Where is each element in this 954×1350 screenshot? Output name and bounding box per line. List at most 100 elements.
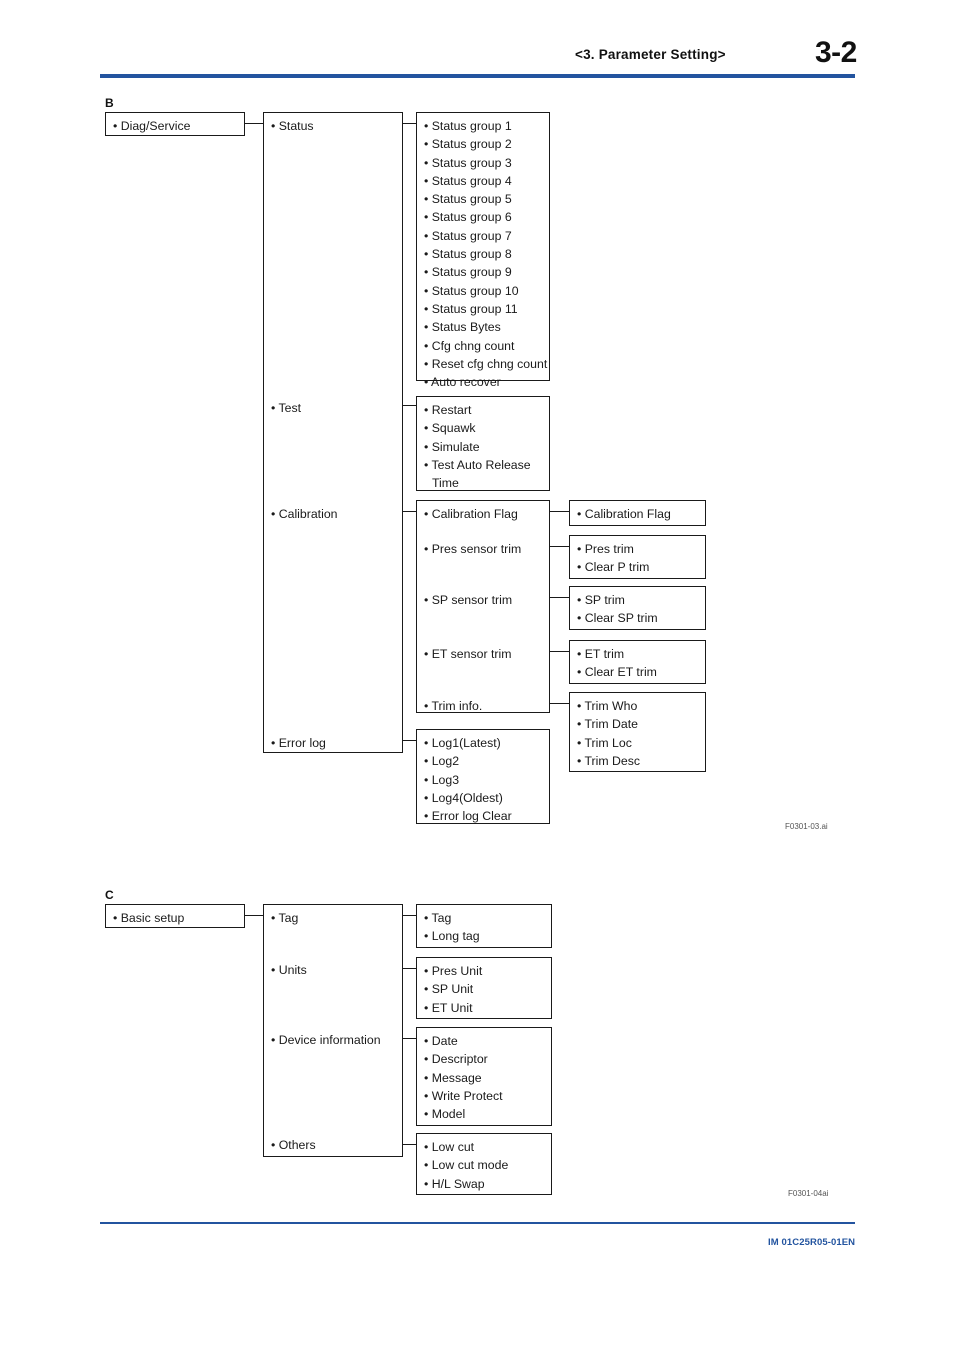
list-item: • Status group 9	[424, 265, 512, 280]
list-item: • Status group 8	[424, 247, 512, 262]
list-item: • Status group 1	[424, 119, 512, 133]
header-rule	[100, 74, 855, 78]
node-basic-setup: • Basic setup	[113, 911, 185, 925]
page-number: 3-2	[815, 36, 857, 69]
list-item: • Status group 7	[424, 228, 512, 243]
figure-b-leaf-sptrim: • SP trim • Clear SP trim	[569, 586, 706, 630]
node-trim-info: • Trim info.	[424, 699, 483, 713]
list-item: • Tag	[424, 911, 452, 925]
list-item: • Cfg chng count	[424, 338, 515, 353]
list-item: • ET trim	[577, 647, 625, 661]
figure-b-root-box: • Diag/Service	[105, 112, 245, 136]
list-item: • Clear ET trim	[577, 665, 657, 680]
list-item: • Trim Loc	[577, 735, 632, 750]
node-error-log: • Error log	[271, 736, 326, 750]
list-item: • Trim Desc	[577, 753, 641, 768]
list-item: • Status group 6	[424, 210, 512, 225]
list-item: • Message	[424, 1070, 482, 1085]
node-et-sensor-trim: • ET sensor trim	[424, 647, 512, 661]
node-units: • Units	[271, 963, 307, 977]
test-item-list: • Restart • Squawk • Simulate • Test Aut…	[424, 401, 546, 492]
figure-b-code: F0301-03.ai	[785, 822, 828, 831]
connector-b-status	[403, 123, 416, 125]
footer-rule	[100, 1222, 855, 1224]
list-item: • Log3	[424, 772, 460, 787]
connector-b-errorlog	[403, 740, 416, 742]
figure-b-leaf-triminfo: • Trim Who • Trim Date • Trim Loc • Trim…	[569, 692, 706, 772]
list-item: • Simulate	[424, 439, 480, 454]
list-item: • Log2	[424, 754, 460, 769]
list-item: • Auto recover	[424, 375, 501, 390]
node-test: • Test	[271, 401, 302, 415]
figure-b-leaf-ettrim: • ET trim • Clear ET trim	[569, 640, 706, 684]
figure-b-label: B	[105, 96, 114, 110]
list-item: • Low cut	[424, 1140, 475, 1154]
figure-b-errorlog-box: • Log1(Latest) • Log2 • Log3 • Log4(Olde…	[416, 729, 550, 824]
connector-b-calibration	[403, 511, 416, 513]
figure-c-leaf-others: • Low cut • Low cut mode • H/L Swap	[416, 1133, 552, 1195]
connector-b-calflag	[550, 511, 569, 513]
list-item: • Write Protect	[424, 1088, 503, 1103]
list-item: • Date	[424, 1034, 458, 1048]
figure-b-status-box: • Status group 1 • Status group 2 • Stat…	[416, 112, 550, 389]
figure-c-leaf-deviceinfo: • Date • Descriptor • Message • Write Pr…	[416, 1027, 552, 1126]
connector-b-sptrim	[550, 597, 569, 599]
list-item: • Trim Date	[577, 717, 639, 732]
connector-b-prestrim	[550, 546, 569, 548]
figure-c-label: C	[105, 888, 114, 902]
list-item: • Clear P trim	[577, 560, 650, 575]
list-item: • Status group 5	[424, 192, 512, 207]
connector-b-triminfo	[550, 703, 569, 705]
list-item: • Log4(Oldest)	[424, 790, 503, 805]
figure-c-code: F0301-04ai	[788, 1189, 829, 1198]
list-item: • Restart	[424, 403, 472, 417]
figure-c-root-box: • Basic setup	[105, 904, 245, 928]
list-item: • Reset cfg chng count	[424, 356, 548, 371]
list-item: • Test Auto Release	[424, 457, 531, 472]
list-item: • Error log Clear	[424, 809, 512, 824]
list-item: • Status group 3	[424, 155, 512, 170]
list-item: • SP trim	[577, 593, 625, 607]
figure-c-leaf-units: • Pres Unit • SP Unit • ET Unit	[416, 957, 552, 1019]
list-item: • Status group 4	[424, 173, 512, 188]
connector-c-units	[403, 968, 416, 970]
figure-b-leaf-calflag: • Calibration Flag	[569, 500, 706, 526]
list-item: • Status group 2	[424, 137, 512, 152]
list-item: • Pres Unit	[424, 964, 483, 978]
figure-c-leaf-tag: • Tag • Long tag	[416, 904, 552, 948]
list-item: • Log1(Latest)	[424, 736, 501, 750]
figure-b-calibration-box: • Calibration Flag • Pres sensor trim • …	[416, 500, 550, 713]
node-sp-sensor-trim: • SP sensor trim	[424, 593, 513, 607]
list-item: • Calibration Flag	[577, 507, 671, 521]
list-item: • Low cut mode	[424, 1158, 509, 1173]
list-item: • H/L Swap	[424, 1176, 485, 1191]
connector-b-ettrim	[550, 651, 569, 653]
connector-c-tag	[403, 915, 416, 917]
node-others: • Others	[271, 1138, 316, 1152]
connector-b-root	[245, 123, 263, 125]
connector-c-others	[403, 1144, 416, 1146]
list-item: • Status group 10	[424, 283, 519, 298]
node-device-information: • Device information	[271, 1033, 381, 1047]
node-diag-service: • Diag/Service	[113, 119, 191, 133]
figure-b-level2-box: • Status • Test • Calibration • Error lo…	[263, 112, 403, 753]
figure-b-test-box: • Restart • Squawk • Simulate • Test Aut…	[416, 396, 550, 491]
node-calibration-flag: • Calibration Flag	[424, 507, 518, 521]
figure-c-level2-box: • Tag • Units • Device information • Oth…	[263, 904, 403, 1157]
node-calibration: • Calibration	[271, 507, 338, 521]
document-code: IM 01C25R05-01EN	[768, 1237, 856, 1248]
document-page: <3. Parameter Setting> 3-2 B • Diag/Serv…	[0, 0, 954, 1350]
list-item-continuation: Time	[432, 476, 459, 491]
list-item: • Trim Who	[577, 699, 638, 713]
list-item: • Descriptor	[424, 1052, 488, 1067]
list-item: • Clear SP trim	[577, 611, 658, 626]
list-item: • Squawk	[424, 421, 476, 436]
connector-c-root	[245, 915, 263, 917]
list-item: • ET Unit	[424, 1000, 473, 1015]
status-item-list: • Status group 1 • Status group 2 • Stat…	[424, 117, 548, 391]
list-item: • Pres trim	[577, 542, 634, 556]
list-item: • Status Bytes	[424, 320, 501, 335]
node-pres-sensor-trim: • Pres sensor trim	[424, 542, 522, 556]
node-status: • Status	[271, 119, 314, 133]
list-item: • Long tag	[424, 929, 480, 944]
